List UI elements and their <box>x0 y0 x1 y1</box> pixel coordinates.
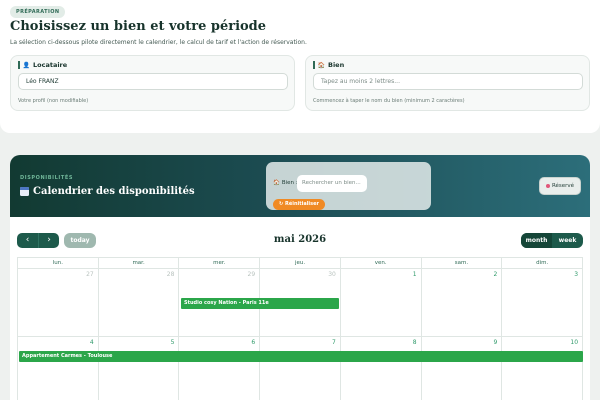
filter-label-text: Bien : <box>281 180 298 186</box>
calendar-title-text: Calendrier des disponibilités <box>33 186 195 197</box>
filter-search-input[interactable]: Rechercher un bien... <box>297 175 367 192</box>
tenant-field-card: 👤 Locataire Léo FRANZ Votre profil (non … <box>10 55 295 111</box>
page-title: Choisissez un bien et votre période <box>10 19 267 34</box>
reset-label: Réinitialiser <box>284 201 319 207</box>
day-number: 28 <box>166 271 175 278</box>
day-number: 4 <box>89 339 94 346</box>
day-cell[interactable]: 1 <box>340 269 422 337</box>
day-number: 30 <box>328 271 336 278</box>
week-row: 27 28 29 30 1 2 3 Studio cosy Nation - P… <box>18 269 584 337</box>
house-icon: 🏠 <box>273 180 280 186</box>
dow-header: ven. <box>340 258 422 269</box>
calendar-event[interactable]: Appartement Carmes - Toulouse <box>19 351 583 362</box>
calendar-header: DISPONIBILITÉS Calendrier des disponibil… <box>10 155 590 217</box>
day-number: 2 <box>493 271 498 278</box>
calendar-grid: lun. mar. mer. jeu. ven. sam. dim. 27 28… <box>17 257 584 400</box>
filter-label: 🏠 Bien : <box>273 180 298 186</box>
preparation-card: PRÉPARATION Choisissez un bien et votre … <box>0 0 600 133</box>
day-cell[interactable]: 9 <box>422 337 503 400</box>
label-accent-bar <box>18 61 20 69</box>
step-badge: PRÉPARATION <box>10 6 66 18</box>
tenant-hint: Votre profil (non modifiable) <box>18 98 89 104</box>
day-cell[interactable]: 6 <box>179 337 261 400</box>
day-number: 6 <box>251 339 256 346</box>
property-field-label: 🏠 Bien <box>313 61 344 69</box>
dow-header: mer. <box>179 258 261 269</box>
day-cell[interactable]: 8 <box>341 337 422 400</box>
day-cell[interactable]: 27 <box>18 269 99 337</box>
reset-button[interactable]: ↻ Réinitialiser <box>273 199 325 210</box>
day-number: 7 <box>332 339 336 346</box>
dow-header: jeu. <box>260 258 341 269</box>
dow-header: lun. <box>18 258 99 269</box>
property-hint: Commencez à taper le nom du bien (minimu… <box>313 98 465 104</box>
day-number: 27 <box>86 271 94 278</box>
view-month-button[interactable]: month <box>521 233 552 248</box>
calendar-kicker: DISPONIBILITÉS <box>20 175 74 181</box>
day-cell[interactable]: 2 <box>421 269 503 337</box>
tenant-field-label: 👤 Locataire <box>18 61 67 69</box>
user-icon: 👤 <box>22 61 30 69</box>
month-title: mai 2026 <box>273 234 327 245</box>
day-number: 9 <box>493 339 498 346</box>
house-icon: 🏠 <box>317 61 325 69</box>
property-label-text: Bien <box>327 61 345 69</box>
calendar-event[interactable]: Studio cosy Nation - Paris 11e <box>181 298 339 309</box>
day-cell[interactable]: 3 <box>502 269 584 337</box>
tenant-label-text: Locataire <box>32 61 68 69</box>
dow-header: dim. <box>502 258 584 269</box>
day-cell[interactable]: 5 <box>99 337 180 400</box>
dow-header: sam. <box>421 258 503 269</box>
property-search-input[interactable]: Tapez au moins 2 lettres... <box>313 73 583 90</box>
dow-header: mar. <box>98 258 180 269</box>
view-switcher: month week <box>521 233 583 248</box>
property-field-card: 🏠 Bien Tapez au moins 2 lettres... Comme… <box>305 55 590 111</box>
view-week-button[interactable]: week <box>552 233 583 248</box>
calendar-card: DISPONIBILITÉS Calendrier des disponibil… <box>10 155 590 400</box>
calendar-title: Calendrier des disponibilités <box>20 186 195 197</box>
days-of-week-header: lun. mar. mer. jeu. ven. sam. dim. <box>18 258 584 269</box>
page-subtitle: La sélection ci-dessous pilote directeme… <box>10 39 307 46</box>
week-row: 4 5 6 7 8 9 10 Appartement Carmes - Toul… <box>18 337 584 400</box>
tenant-input: Léo FRANZ <box>18 73 288 90</box>
day-cell[interactable]: 10 <box>502 337 584 400</box>
reserved-label: Réservé <box>551 183 575 189</box>
day-cell[interactable]: 4 <box>18 337 99 400</box>
calendar-icon <box>20 187 29 196</box>
day-cell[interactable]: 7 <box>260 337 341 400</box>
day-number: 3 <box>574 271 579 278</box>
reserved-legend: Réservé <box>539 177 581 195</box>
label-accent-bar <box>313 61 315 69</box>
property-filter-panel: 🏠 Bien : Rechercher un bien... ↻ Réiniti… <box>266 162 431 210</box>
day-number: 1 <box>412 271 417 278</box>
day-number: 29 <box>247 271 256 278</box>
reserved-dot-icon <box>545 183 550 188</box>
day-cell[interactable]: 28 <box>98 269 180 337</box>
day-number: 8 <box>412 339 417 346</box>
day-number: 10 <box>570 339 579 346</box>
day-number: 5 <box>170 339 175 346</box>
